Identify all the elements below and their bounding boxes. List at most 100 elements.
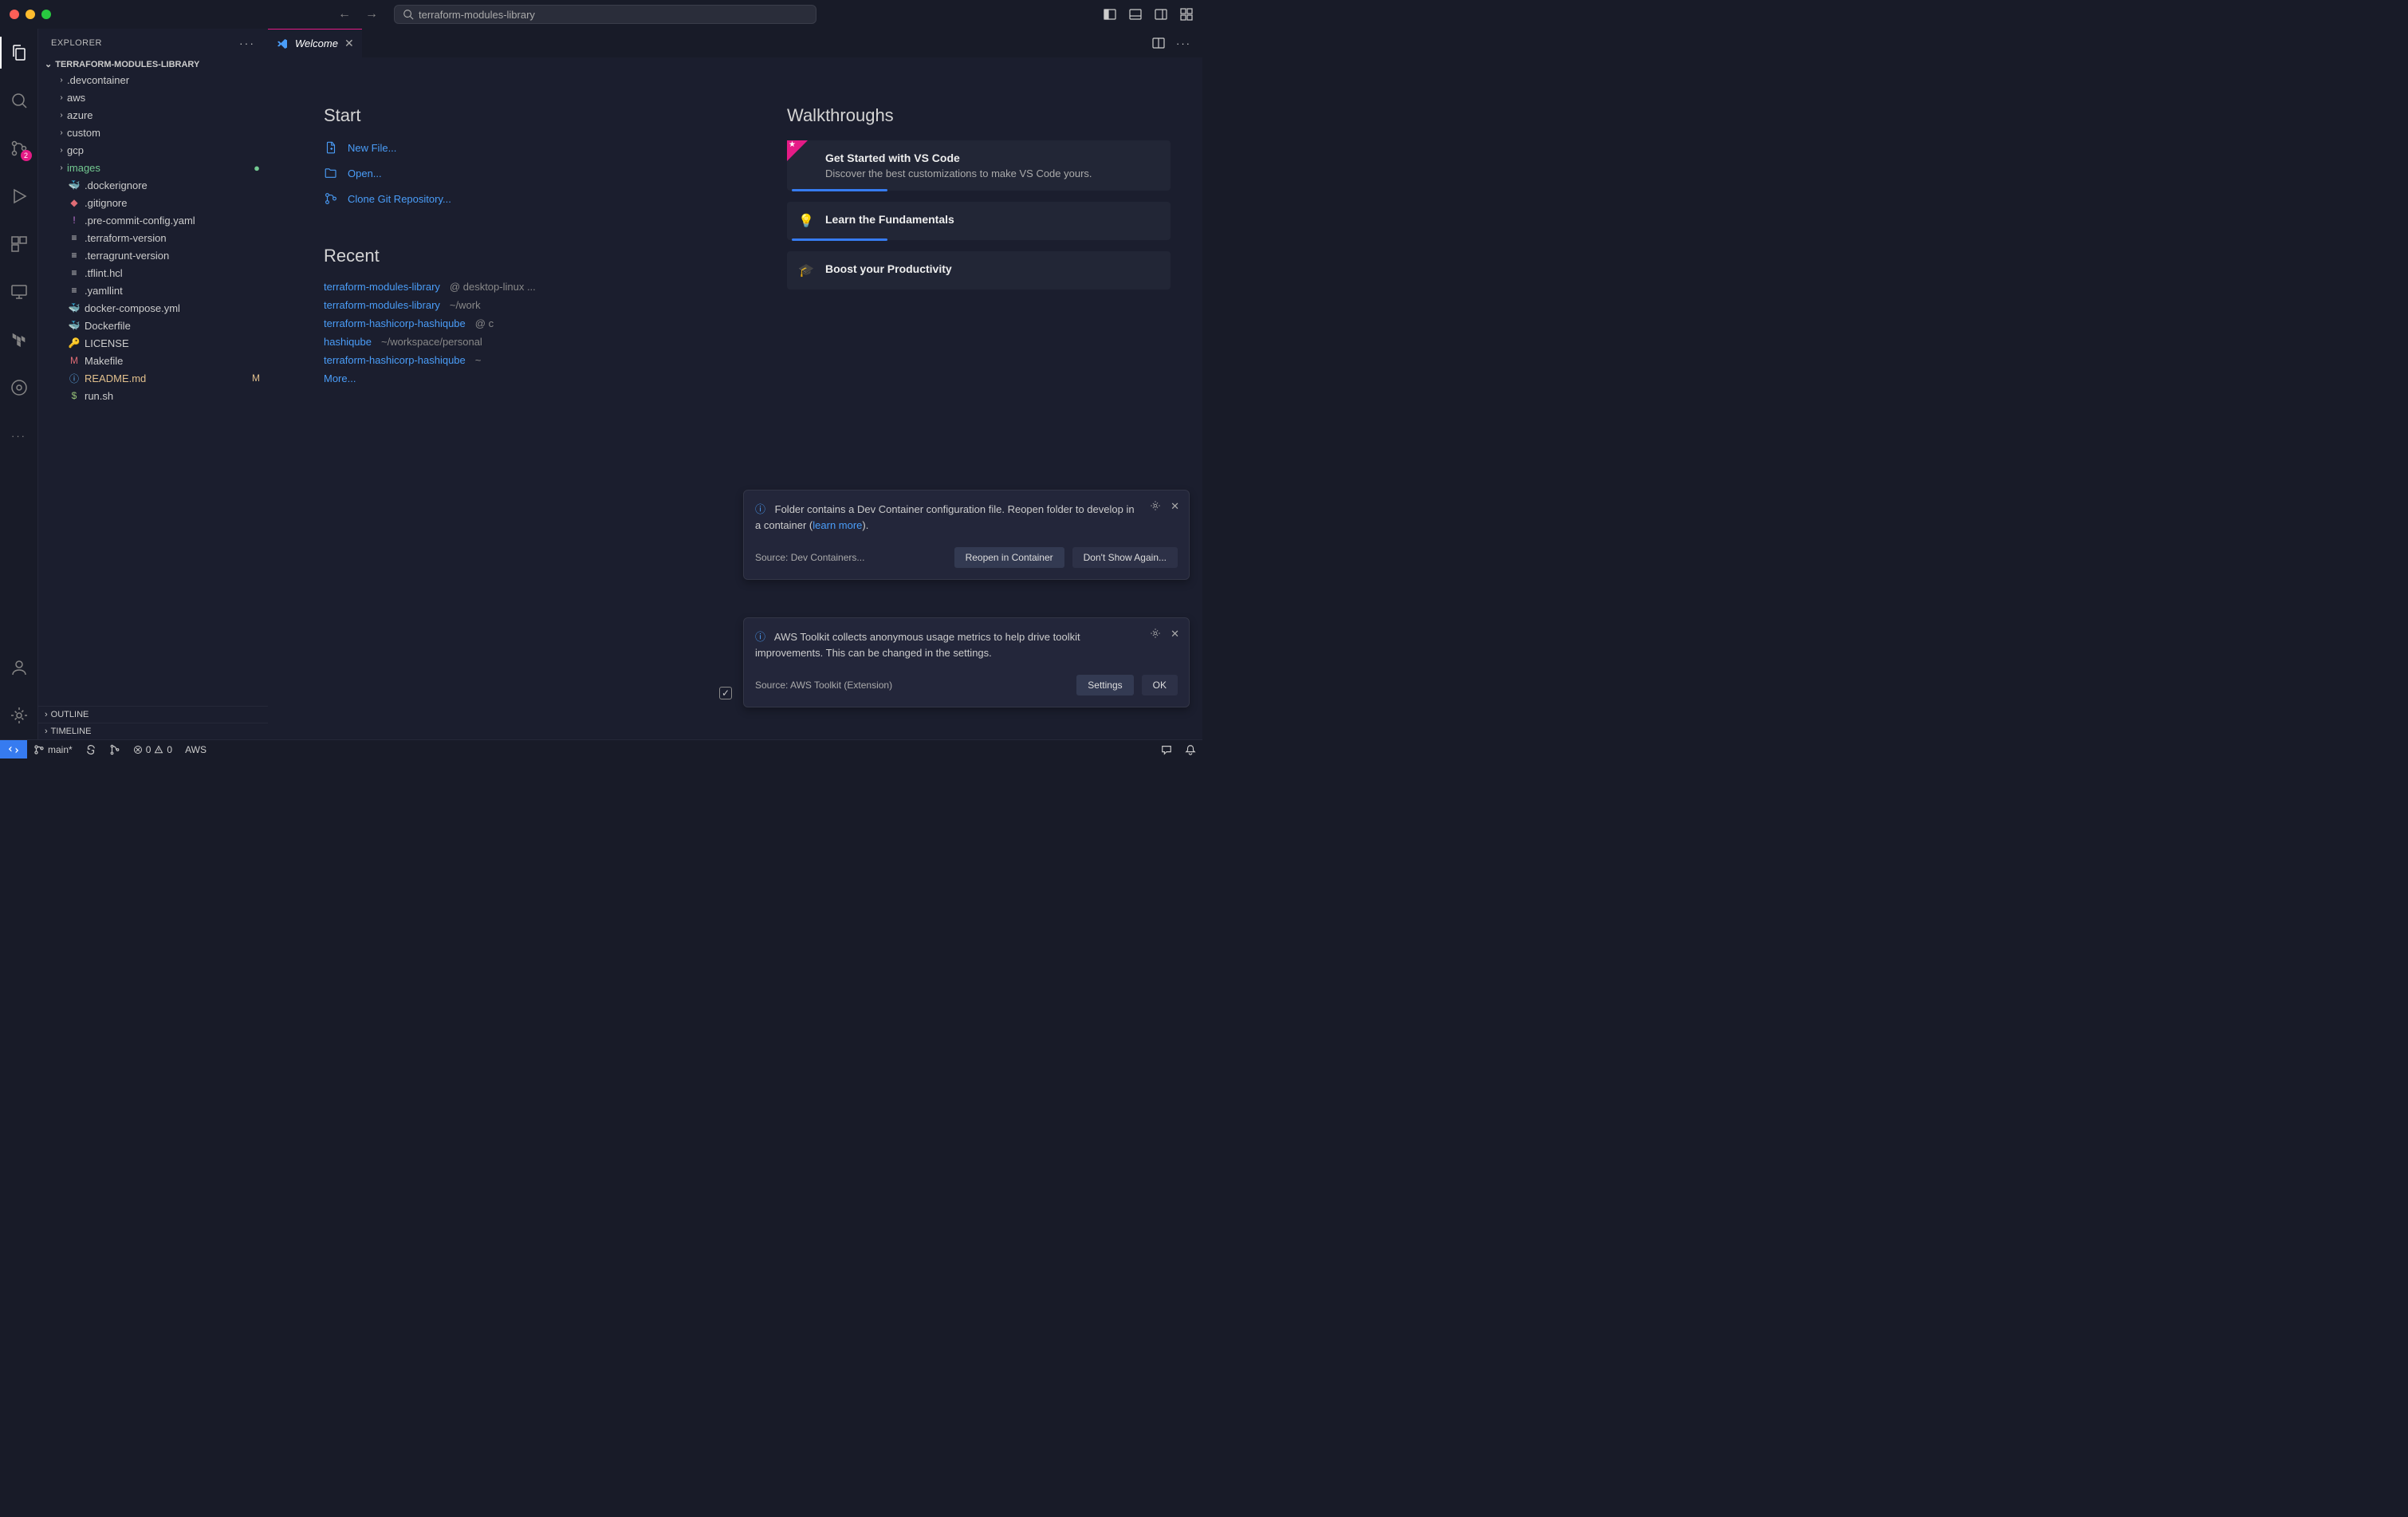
vscode-icon [276,37,289,50]
activity-more[interactable]: ··· [0,420,38,451]
settings-button[interactable]: Settings [1076,675,1133,695]
walkthrough-card[interactable]: 🎓Boost your Productivity [787,251,1171,290]
tab-welcome[interactable]: Welcome ✕ [268,29,362,57]
activity-terraform[interactable] [0,324,38,356]
activity-source-control[interactable]: 2 [0,132,38,164]
chevron-right-icon: › [56,164,67,172]
file-item[interactable]: ≡.tflint.hcl [38,264,268,282]
file-item[interactable]: ⓘREADME.mdM [38,369,268,387]
recent-item[interactable]: terraform-hashicorp-hashiqube@ c [324,317,707,329]
walkthroughs-heading: Walkthroughs [787,105,1171,126]
nav-forward[interactable]: → [365,7,378,22]
chevron-right-icon: › [56,93,67,102]
maximize-window[interactable] [41,10,51,19]
editor-area: Welcome ✕ ··· Start New File...Open...Cl… [268,29,1202,739]
file-item[interactable]: 🐳.dockerignore [38,176,268,194]
layout-primary-sidebar-icon[interactable] [1104,8,1116,21]
close-window[interactable] [10,10,19,19]
folder-item[interactable]: ›azure [38,106,268,124]
file-item[interactable]: !.pre-commit-config.yaml [38,211,268,229]
file-icon: 🐳 [67,302,81,313]
recent-heading: Recent [324,246,707,266]
file-item[interactable]: ≡.terraform-version [38,229,268,246]
notification-close-icon[interactable]: ✕ [1171,628,1179,640]
file-item[interactable]: ◆.gitignore [38,194,268,211]
file-icon: 🔑 [67,337,81,349]
status-branch[interactable]: main* [27,744,79,755]
activity-accounts[interactable] [0,652,38,684]
notification-gear-icon[interactable] [1150,500,1161,513]
file-icon: ! [67,215,81,226]
walkthrough-card[interactable]: Get Started with VS CodeDiscover the bes… [787,140,1171,191]
split-editor-icon[interactable] [1152,37,1165,49]
close-tab-icon[interactable]: ✕ [344,37,354,50]
folder-item[interactable]: ›.devcontainer [38,71,268,89]
status-notifications[interactable] [1178,744,1202,755]
file-icon: $ [67,390,81,401]
file-item[interactable]: ≡.yamllint [38,282,268,299]
recent-item[interactable]: hashiqube~/workspace/personal [324,336,707,348]
status-aws[interactable]: AWS [179,744,213,755]
recent-item[interactable]: terraform-modules-library~/work [324,299,707,311]
chevron-right-icon: › [45,727,48,736]
start-file[interactable]: New File... [324,140,707,155]
dont-show-again-button[interactable]: Don't Show Again... [1072,547,1178,568]
activity-remote-explorer[interactable] [0,276,38,308]
ok-button[interactable]: OK [1142,675,1178,695]
folder-item[interactable]: ›images● [38,159,268,176]
activity-explorer[interactable] [0,37,38,69]
nav-back[interactable]: ← [338,7,351,22]
customize-layout-icon[interactable] [1180,8,1193,21]
start-git[interactable]: Clone Git Repository... [324,191,707,206]
recent-item[interactable]: terraform-hashicorp-hashiqube~ [324,354,707,366]
recent-item[interactable]: terraform-modules-library@ desktop-linux… [324,281,707,293]
layout-secondary-sidebar-icon[interactable] [1155,8,1167,21]
walkthrough-icon: 🎓 [798,262,814,278]
start-folder[interactable]: Open... [324,166,707,180]
activity-settings[interactable] [0,699,38,731]
status-problems[interactable]: 0 0 [127,744,179,755]
learn-more-link[interactable]: learn more [813,519,862,531]
activity-bar: 2 ··· [0,29,38,739]
file-item[interactable]: $run.sh [38,387,268,404]
file-icon: ≡ [67,285,81,296]
reopen-in-container-button[interactable]: Reopen in Container [954,547,1064,568]
folder-item[interactable]: ›aws [38,89,268,106]
minimize-window[interactable] [26,10,35,19]
show-welcome-checkbox[interactable]: ✓ [719,687,732,699]
chevron-right-icon: › [56,128,67,137]
file-item[interactable]: ≡.terragrunt-version [38,246,268,264]
notification-gear-icon[interactable] [1150,628,1161,640]
activity-search[interactable] [0,85,38,116]
file-icon: ≡ [67,232,81,243]
folder-item[interactable]: ›gcp [38,141,268,159]
command-center[interactable]: terraform-modules-library [394,5,816,24]
explorer-more-icon[interactable]: ··· [239,37,255,49]
layout-panel-icon[interactable] [1129,8,1142,21]
activity-run-debug[interactable] [0,180,38,212]
notification-source: Source: Dev Containers... [755,552,864,563]
explorer-sidebar: EXPLORER ··· ⌄ TERRAFORM-MODULES-LIBRARY… [38,29,268,739]
notification-close-icon[interactable]: ✕ [1171,500,1179,513]
editor-more-icon[interactable]: ··· [1176,37,1191,49]
activity-extensions[interactable] [0,228,38,260]
walkthrough-card[interactable]: 💡Learn the Fundamentals [787,202,1171,240]
file-item[interactable]: MMakefile [38,352,268,369]
recent-more[interactable]: More... [324,372,356,384]
status-git-graph[interactable] [103,744,127,755]
timeline-section[interactable]: › TIMELINE [38,723,268,739]
activity-gitlens[interactable] [0,372,38,404]
folder-item[interactable]: ›custom [38,124,268,141]
status-feedback[interactable] [1155,744,1178,755]
tab-label: Welcome [295,37,338,49]
status-sync[interactable] [79,744,103,755]
file-item[interactable]: 🐳Dockerfile [38,317,268,334]
file-item[interactable]: 🔑LICENSE [38,334,268,352]
project-section-header[interactable]: ⌄ TERRAFORM-MODULES-LIBRARY [38,57,268,71]
file-item[interactable]: 🐳docker-compose.yml [38,299,268,317]
remote-indicator[interactable] [0,740,27,758]
outline-section[interactable]: › OUTLINE [38,706,268,723]
file-icon: ◆ [67,197,81,208]
chevron-right-icon: › [45,710,48,719]
statusbar: main* 0 0 AWS [0,739,1202,758]
